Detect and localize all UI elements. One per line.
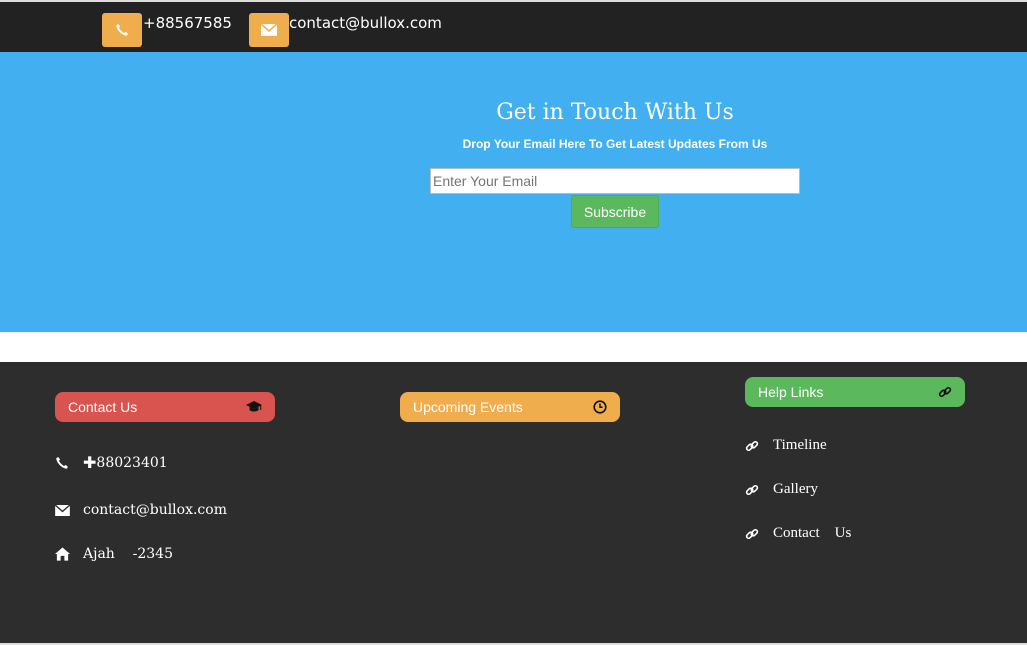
upcoming-events-title: Upcoming Events: [413, 399, 523, 415]
clock-icon: [593, 400, 607, 414]
help-link-label[interactable]: Gallery: [773, 481, 818, 498]
newsletter-section: Get in Touch With Us Drop Your Email Her…: [0, 52, 1027, 332]
envelope-icon: [249, 13, 289, 47]
link-icon: [745, 439, 773, 453]
contact-email[interactable]: contact@bullox.com: [83, 502, 227, 518]
link-icon: [938, 385, 952, 399]
top-bar: +88567585 contact@bullox.com: [0, 0, 1027, 52]
phone-icon: [55, 456, 83, 470]
help-links-title: Help Links: [758, 384, 824, 400]
newsletter-subtitle: Drop Your Email Here To Get Latest Updat…: [462, 137, 768, 151]
subscribe-button[interactable]: Subscribe: [571, 195, 659, 228]
newsletter-title: Get in Touch With Us: [496, 100, 734, 125]
envelope-icon: [55, 504, 83, 516]
contact-email-row: contact@bullox.com: [55, 502, 227, 518]
contact-phone: 88023401: [96, 454, 168, 471]
topbar-phone: +88567585: [143, 14, 232, 32]
contact-phone-row: ✚ 88023401: [55, 453, 168, 472]
help-link-label[interactable]: Timeline: [773, 437, 827, 454]
contact-address: Ajah -2345: [83, 546, 173, 562]
phone-icon: [102, 13, 142, 47]
topbar-email[interactable]: contact@bullox.com: [289, 14, 442, 32]
phone-plus: ✚: [83, 453, 97, 472]
contact-us-header: Contact Us: [55, 392, 275, 422]
help-link-contact-us[interactable]: Contact Us: [745, 525, 851, 542]
link-icon: [745, 483, 773, 497]
help-link-gallery[interactable]: Gallery: [745, 481, 818, 498]
help-links-header: Help Links: [745, 377, 965, 407]
email-input[interactable]: [430, 168, 800, 194]
upcoming-events-header: Upcoming Events: [400, 392, 620, 422]
graduation-cap-icon: [246, 401, 262, 413]
help-link-label[interactable]: Contact Us: [773, 525, 851, 542]
contact-us-title: Contact Us: [68, 399, 138, 415]
link-icon: [745, 527, 773, 541]
footer: Contact Us ✚ 88023401 contact@bullox.com…: [0, 362, 1027, 643]
help-link-timeline[interactable]: Timeline: [745, 437, 827, 454]
home-icon: [55, 547, 83, 561]
contact-address-row: Ajah -2345: [55, 546, 173, 562]
